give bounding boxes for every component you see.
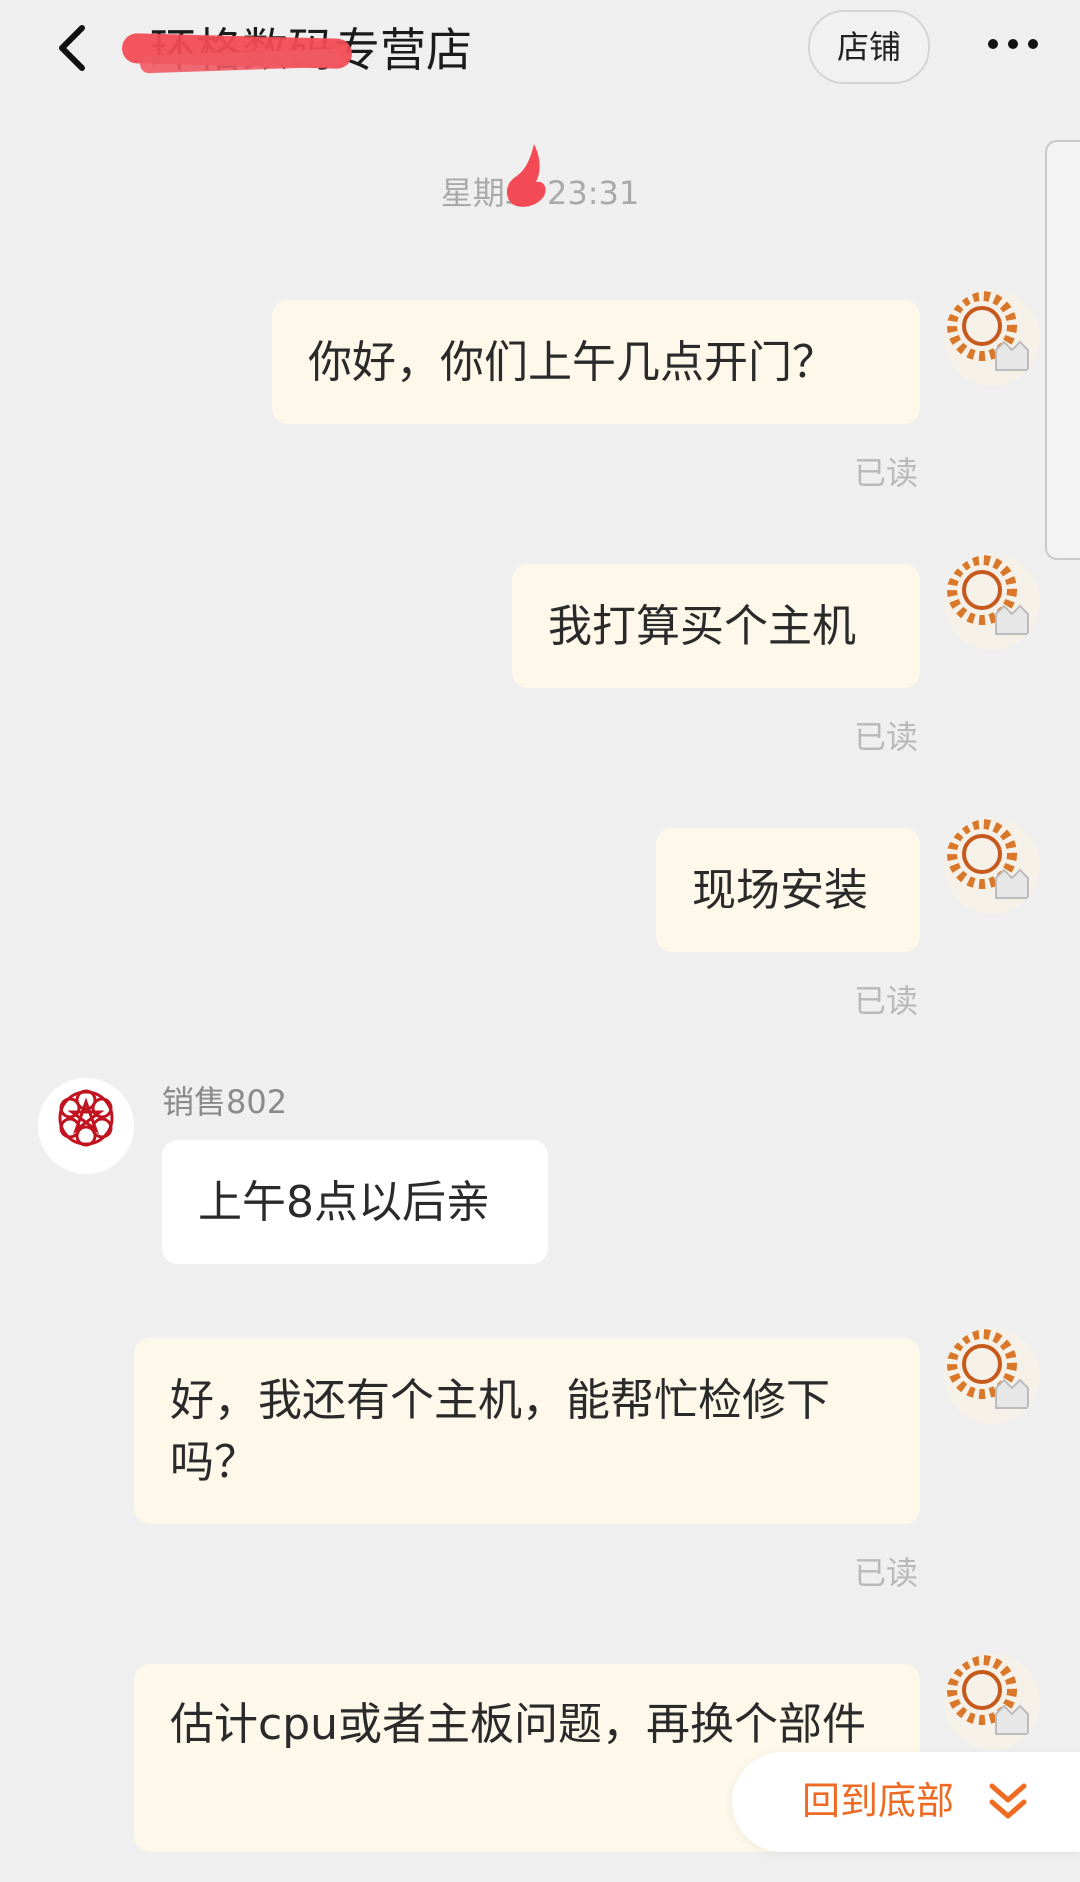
chat-title-wrap: 环格数码专营店 [121, 18, 472, 82]
seller-message-bubble[interactable]: 上午8点以后亲 [162, 1140, 548, 1264]
my-message-bubble[interactable]: 我打算买个主机 [512, 564, 920, 688]
top-bar: 环格数码专营店 店铺 [0, 0, 1080, 100]
goto-bottom-button[interactable]: 回到底部 [732, 1752, 1080, 1852]
message-text: 现场安装 [692, 865, 868, 916]
redaction-mark [506, 144, 546, 207]
back-icon[interactable] [52, 22, 92, 74]
more-dots-icon[interactable] [984, 30, 1048, 60]
goto-bottom-label: 回到底部 [802, 1779, 955, 1823]
message-text: 上午8点以后亲 [198, 1177, 490, 1228]
message-text: 好，我还有个主机，能帮忙检修下吗？ [170, 1375, 830, 1488]
shop-button[interactable]: 店铺 [808, 10, 930, 84]
read-status: 已读 [853, 454, 918, 492]
sender-name: 销售802 [162, 1083, 288, 1121]
my-avatar[interactable] [944, 1654, 1040, 1750]
read-status: 已读 [853, 982, 918, 1020]
my-avatar[interactable] [944, 290, 1040, 386]
my-message-bubble[interactable]: 现场安装 [656, 828, 920, 952]
my-avatar[interactable] [944, 554, 1040, 650]
message-text: 我打算买个主机 [548, 601, 856, 652]
my-message-bubble[interactable]: 你好，你们上午几点开门？ [272, 300, 920, 424]
read-status: 已读 [853, 1554, 918, 1592]
read-status: 已读 [853, 718, 918, 756]
message-text: 估计cpu或者主板问题，再换个部件 [170, 1699, 867, 1750]
message-text: 你好，你们上午几点开门？ [308, 337, 836, 388]
seller-avatar[interactable] [38, 1078, 134, 1174]
my-avatar[interactable] [944, 818, 1040, 914]
my-message-bubble[interactable]: 好，我还有个主机，能帮忙检修下吗？ [134, 1338, 920, 1524]
my-avatar[interactable] [944, 1328, 1040, 1424]
double-chevron-down-icon [989, 1783, 1027, 1819]
